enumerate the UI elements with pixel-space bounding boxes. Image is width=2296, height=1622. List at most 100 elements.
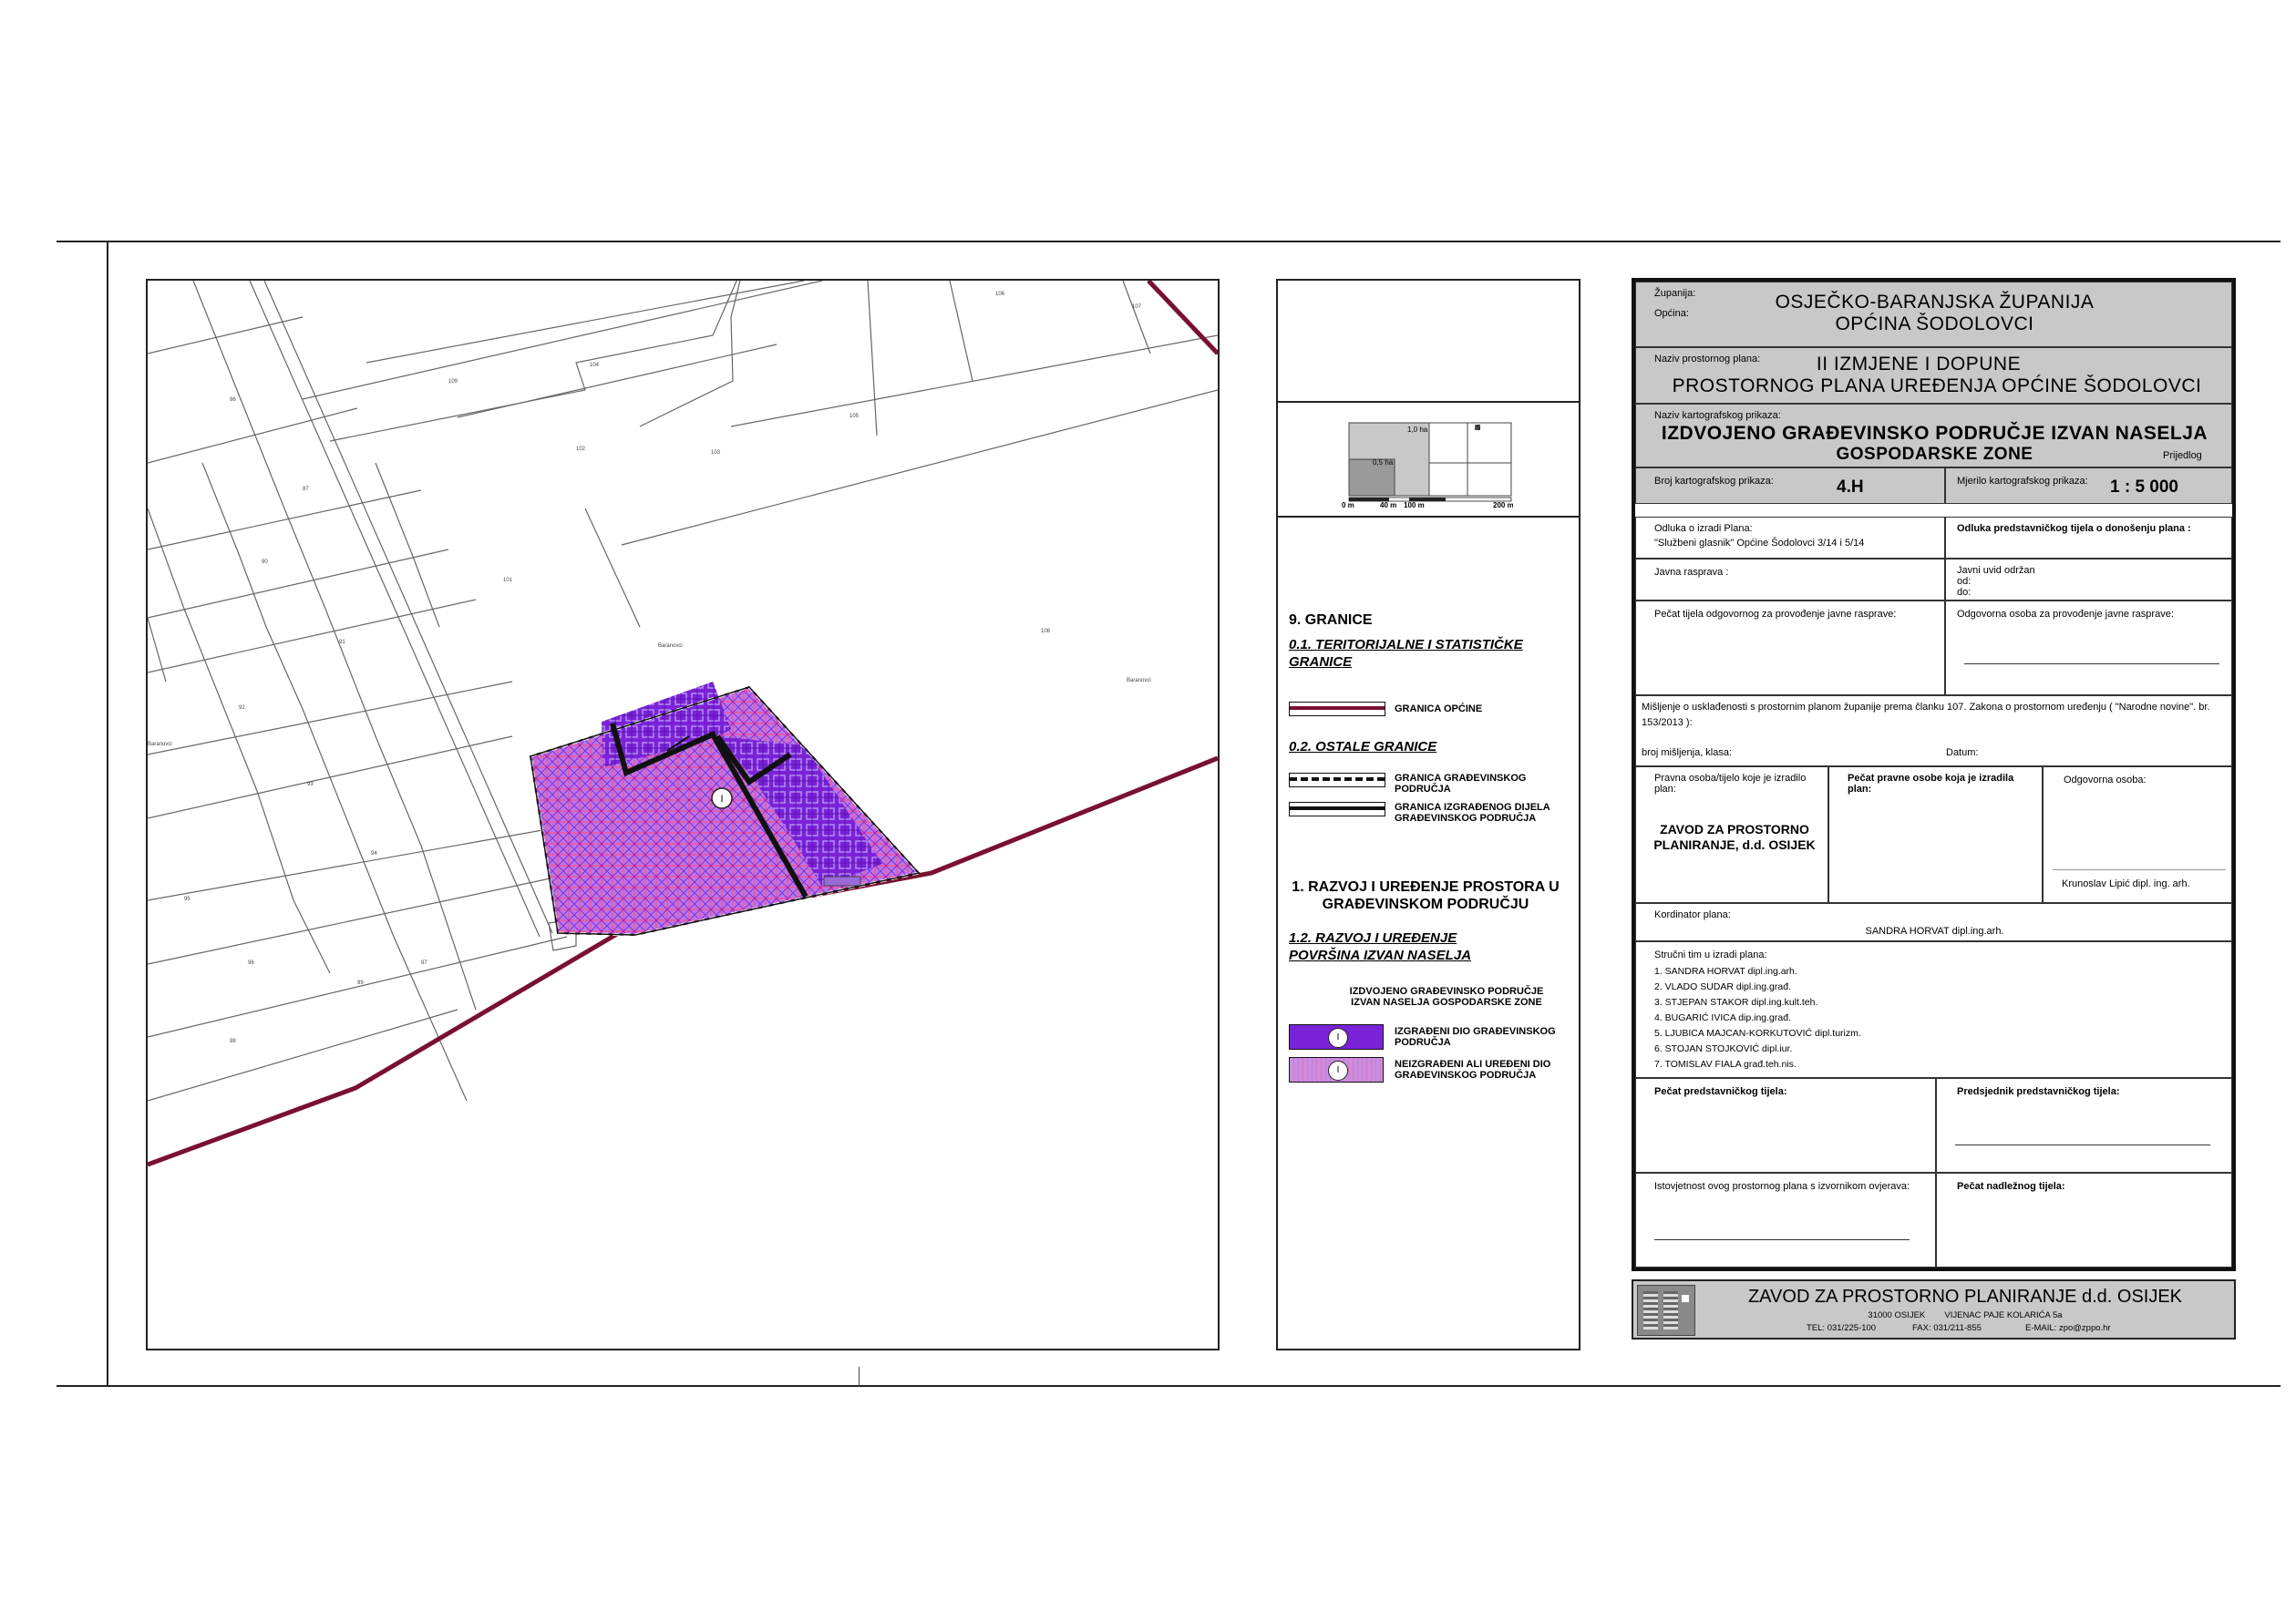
- scale-dist-2: 100 m: [1404, 501, 1425, 508]
- swatch-unbuilt-marker: I: [1328, 1061, 1348, 1081]
- tim-member-3: 3. STJEPAN STAKOR dipl.ing.kult.teh.: [1654, 997, 1818, 1008]
- cell-odluka-donosenju: Odluka predstavničkog tijela o donošenju…: [1945, 517, 2232, 559]
- prijedlog-label: Prijedlog: [2163, 450, 2202, 461]
- cell-odgovorna-osoba: Odgovorna osoba: Krunoslav Lipić dipl. i…: [2043, 766, 2232, 903]
- scale-dist-1: 40 m: [1380, 501, 1396, 508]
- predsjednik-label: Predsjednik predstavničkog tijela:: [1957, 1086, 2120, 1097]
- legend-item-gp: GRANICA GRAĐEVINSKOG PODRUČJA: [1395, 773, 1527, 795]
- cell-javni-uvid: Javni uvid održan od: do:: [1945, 559, 2232, 601]
- pravna-osoba-label: Pravna osoba/tijelo koje je izradilo pla…: [1654, 773, 1807, 795]
- svg-text:91: 91: [339, 640, 345, 645]
- section-gap: [1635, 504, 2232, 518]
- koordinator-value: SANDRA HORVAT dipl.ing.arh.: [1865, 926, 2004, 937]
- swatch-built: I: [1289, 1024, 1384, 1050]
- company-footer: ZAVOD ZA PROSTORNO PLANIRANJE d.d. OSIJE…: [1632, 1279, 2236, 1340]
- legend-sub-12: 1.2. RAZVOJ I UREĐENJE POVRŠINA IZVAN NA…: [1289, 930, 1472, 963]
- swatch-unbuilt: I: [1289, 1057, 1384, 1083]
- broj-label: Broj kartografskog prikaza:: [1654, 476, 1774, 487]
- swatch-municipality: [1289, 702, 1385, 716]
- company-address: 31000 OSIJEK VIJENAC PAJE KOLARIĆA 5a: [1868, 1310, 2063, 1320]
- svg-text:104: 104: [590, 363, 600, 368]
- izradio-value: ZAVOD ZA PROSTORNO PLANIRANJE, d.d. OSIJ…: [1653, 822, 1816, 852]
- row-mjerilo: Mjerilo kartografskog prikaza: 1 : 5 000: [1945, 467, 2232, 504]
- company-fax: FAX: 031/211-855: [1912, 1323, 1982, 1333]
- koordinator-label: Kordinator plana:: [1654, 909, 1731, 920]
- svg-text:99: 99: [357, 980, 364, 986]
- company-email: E-MAIL: zpo@zppo.hr: [2025, 1323, 2111, 1333]
- legend-item-built: IZGRAĐENI DIO GRAĐEVINSKOG PODRUČJA: [1395, 1026, 1556, 1048]
- odgovorna-javne-label: Odgovorna osoba za provođenje javne rasp…: [1957, 609, 2174, 620]
- misljenje-text: Mišljenje o usklađenosti s prostornim pl…: [1642, 702, 2210, 728]
- tim-member-6: 6. STOJAN STOJKOVIĆ dipl.iur.: [1654, 1043, 1793, 1054]
- svg-text:90: 90: [262, 559, 268, 565]
- odluka-izradi-value: "Službeni glasnik" Općine Šodolovci 3/14…: [1654, 538, 1865, 549]
- javni-uvid-label: Javni uvid održan: [1957, 565, 2035, 576]
- map-frame[interactable]: 86 87 90 91 92 93 94 95 96 97 98 99 101 102 103 10…: [146, 279, 1220, 1350]
- company-tel: TEL: 031/225-100: [1807, 1323, 1877, 1333]
- row-plan: Naziv prostornog plana: II IZMJENE I DOP…: [1635, 347, 2232, 404]
- cell-odluka-izradi: Odluka o izradi Plana: "Službeni glasnik…: [1635, 517, 1945, 559]
- javni-uvid-do: do:: [1957, 587, 1972, 598]
- svg-text:95: 95: [184, 897, 190, 902]
- mjerilo-value: 1 : 5 000: [2110, 477, 2178, 497]
- legend-sub-02: 0.2. OSTALE GRANICE: [1289, 739, 1437, 755]
- legend-sub-01: 0.1. TERITORIJALNE I STATISTIČKE GRANICE: [1289, 637, 1523, 670]
- legend-section-9: 9. GRANICE: [1289, 612, 1373, 628]
- opcina-value: OPĆINA ŠODOLOVCI: [1835, 313, 2034, 334]
- legend-frame: 1,0 ha 0,5 ha 5 0 m 40 m 100 m 200 m 9. …: [1276, 279, 1580, 1350]
- svg-text:105: 105: [849, 414, 860, 419]
- pecat-javne-label: Pečat tijela odgovornog za provođenje ja…: [1654, 609, 1897, 620]
- broj-misljenja-label: broj mišljenja, klasa:: [1642, 747, 1733, 758]
- cell-istovjetnost: Istovjetnost ovog prostornog plana s izv…: [1635, 1173, 1936, 1268]
- svg-text:92: 92: [239, 705, 245, 711]
- row-broj: Broj kartografskog prikaza: 4.H: [1635, 467, 1945, 504]
- svg-text:86: 86: [230, 397, 236, 403]
- zone-marker-icon[interactable]: I: [711, 787, 733, 809]
- plan-line1: II IZMJENE I DOPUNE: [1816, 354, 2022, 375]
- scale-area-1: 1,0 ha: [1407, 426, 1428, 434]
- svg-text:103: 103: [711, 450, 721, 456]
- company-name: ZAVOD ZA PROSTORNO PLANIRANJE d.d. OSIJE…: [1747, 1287, 2183, 1307]
- signature-line-1: [1964, 663, 2219, 664]
- pecat-nadlezni-label: Pečat nadležnog tijela:: [1957, 1181, 2065, 1192]
- row-prikaz: Naziv kartografskog prikaza: IZDVOJENO G…: [1635, 404, 2232, 467]
- scale-dist-0: 0 m: [1342, 501, 1354, 508]
- plan-line2: PROSTORNOG PLANA UREĐENJA OPĆINE ŠODOLOV…: [1672, 375, 2202, 396]
- cell-javna-rasprava: Javna rasprava :: [1635, 559, 1945, 601]
- legend-item-opcina: GRANICA OPĆINE: [1395, 703, 1483, 714]
- svg-text:98: 98: [230, 1039, 236, 1044]
- pecat-predst-label: Pečat predstavničkog tijela:: [1654, 1086, 1787, 1097]
- cadastral-map[interactable]: 86 87 90 91 92 93 94 95 96 97 98 99 101 102 103 10…: [148, 281, 1218, 1349]
- tim-member-2: 2. VLADO SUDAR dipl.ing.građ.: [1654, 981, 1791, 992]
- javna-rasprava-label: Javna rasprava :: [1654, 567, 1729, 578]
- swatch-gp-boundary: [1289, 773, 1385, 787]
- title-block: Županija: Općina: OSJEČKO-BARANJSKA ŽUPA…: [1632, 278, 2236, 1271]
- tim-member-5: 5. LJUBICA MAJCAN-KORKUTOVIĆ dipl.turizm…: [1654, 1028, 1861, 1039]
- cell-pecat-predst: Pečat predstavničkog tijela:: [1635, 1078, 1936, 1173]
- svg-text:102: 102: [576, 447, 586, 452]
- swatch-built-marker: I: [1328, 1028, 1348, 1048]
- svg-text:96: 96: [248, 960, 254, 966]
- svg-text:106: 106: [995, 292, 1005, 297]
- tim-member-1: 1. SANDRA HORVAT dipl.ing.arh.: [1654, 966, 1797, 977]
- left-border-line: [107, 241, 108, 1387]
- svg-text:97: 97: [421, 960, 427, 966]
- cell-pecat-pravne: Pečat pravne osobe koja je izradila plan…: [1828, 766, 2043, 903]
- zupanija-value: OSJEČKO-BARANJSKA ŽUPANIJA: [1775, 292, 2095, 313]
- parcel-numbers: 86 87 90 91 92 93 94 95 96 97 98 99 101 102 103 10…: [184, 292, 1142, 1044]
- svg-text:101: 101: [503, 578, 513, 583]
- cell-pecat-javne: Pečat tijela odgovornog za provođenje ja…: [1635, 601, 1945, 695]
- svg-text:93: 93: [307, 782, 314, 787]
- prikaz-line2: GOSPODARSKE ZONE: [1836, 445, 2033, 464]
- tim-label: Stručni tim u izradi plana:: [1654, 950, 1767, 960]
- scale-bar: 1,0 ha 0,5 ha 5 0 m 40 m 100 m 200 m: [1342, 422, 1513, 508]
- odgovorna-osoba-label: Odgovorna osoba:: [2064, 775, 2147, 785]
- bottom-border-line: [57, 1385, 2281, 1387]
- company-logo: [1637, 1285, 1695, 1336]
- legend-item-izgp: GRANICA IZGRAĐENOG DIJELA GRAĐEVINSKOG P…: [1395, 802, 1550, 824]
- legend-item-unbuilt: NEIZGRAĐENI ALI UREĐENI DIO GRAĐEVINSKOG…: [1395, 1059, 1551, 1081]
- svg-text:94: 94: [371, 851, 377, 857]
- cell-odgovorna-javne: Odgovorna osoba za provođenje javne rasp…: [1945, 601, 2232, 695]
- row-zupanija: Županija: Općina: OSJEČKO-BARANJSKA ŽUPA…: [1635, 282, 2232, 347]
- cell-pecat-nadlezni: Pečat nadležnog tijela:: [1936, 1173, 2232, 1268]
